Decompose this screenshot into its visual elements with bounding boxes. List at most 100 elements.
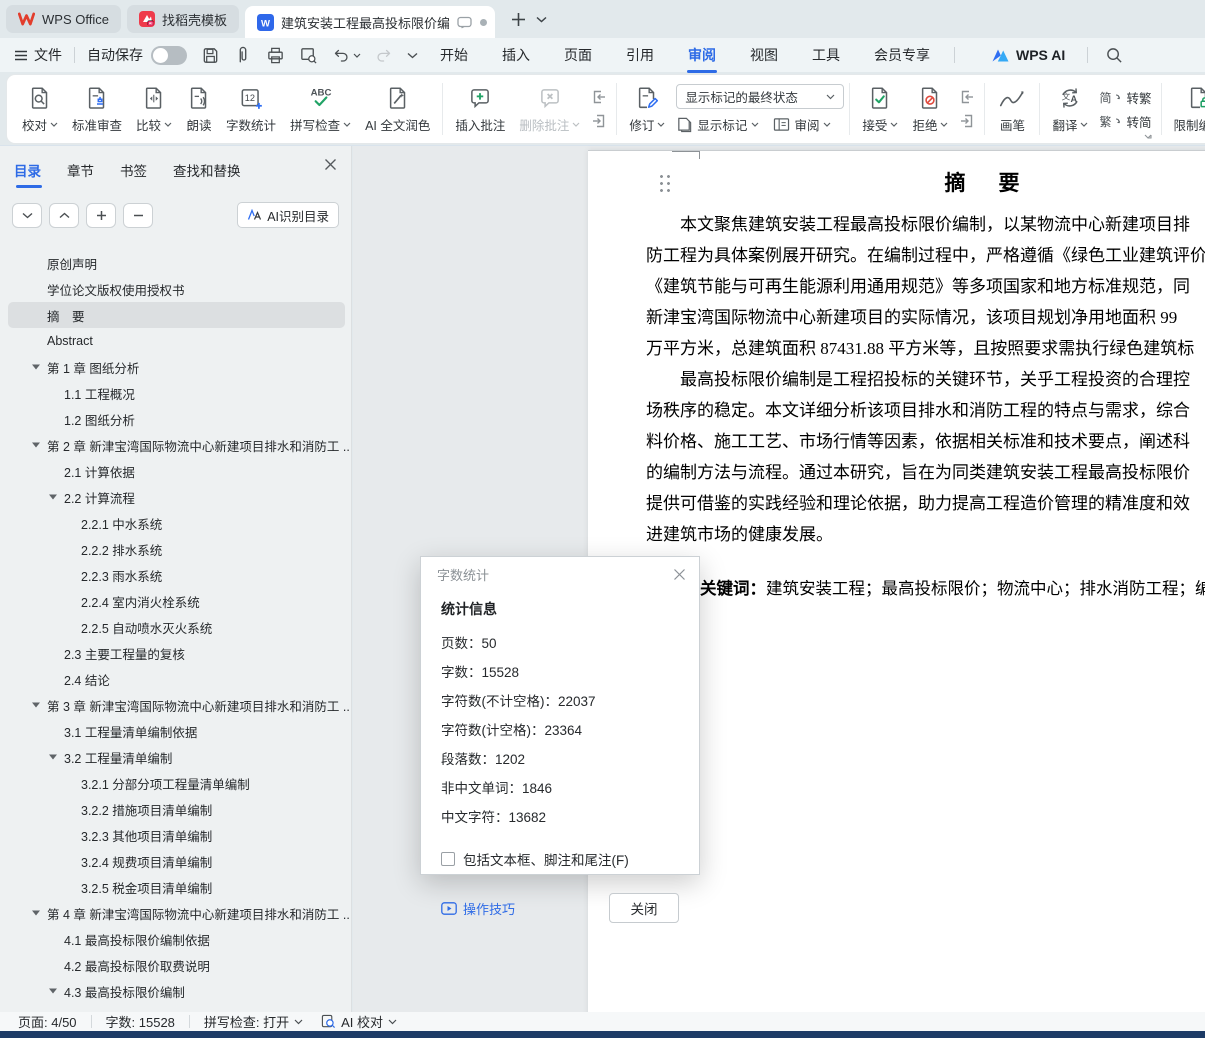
expand-arrow-icon[interactable] [32,364,47,370]
quick-access-chevron[interactable] [407,52,418,59]
toc-item[interactable]: 1.1 工程概况 [8,380,349,406]
redo-button-disabled[interactable] [375,47,393,64]
translate-button[interactable]: 文A 翻译 [1045,85,1095,134]
word-count-indicator[interactable]: 字数: 15528 [106,1012,175,1031]
tab-wps-office[interactable]: WPS Office [6,5,121,33]
ink-pen-button[interactable]: 画笔 [990,85,1034,134]
toc-expand-button[interactable] [12,202,42,228]
sidebar-tab[interactable]: 查找和替换 [173,160,241,180]
tab-template[interactable]: AI 找稻壳模板 [126,5,239,33]
review-pane-button[interactable]: 审阅 [773,115,831,134]
compare-button[interactable]: 比较 [129,85,179,134]
toc-item[interactable]: 3.1 工程量清单编制依据 [8,718,349,744]
toc-item[interactable]: 4.2 最高投标限价取费说明 [8,952,349,978]
expand-arrow-icon[interactable] [32,702,47,708]
toc-item[interactable]: 第 3 章 新津宝湾国际物流中心新建项目排水和消防工 ... [8,692,349,718]
toc-item[interactable]: 2.2.3 雨水系统 [8,562,349,588]
expand-arrow-icon[interactable] [49,494,64,500]
proofread-button[interactable]: 校对 [15,85,65,134]
tips-link[interactable]: 操作技巧 [441,899,515,918]
toc-item[interactable]: 2.3 主要工程量的复核 [8,640,349,666]
sidebar-tab[interactable]: 书签 [120,160,147,180]
toc-item[interactable]: 第 2 章 新津宝湾国际物流中心新建项目排水和消防工 ... [8,432,349,458]
ai-recognize-toc-button[interactable]: AI识别目录 [237,202,339,228]
toc-item[interactable]: 2.2 计算流程 [8,484,349,510]
export-pdf-button[interactable] [234,46,252,65]
markup-state-select[interactable]: 显示标记的最终状态 [676,84,845,109]
checkbox-box[interactable] [441,852,455,866]
dialog-close-icon[interactable] [673,568,686,581]
expand-arrow-icon[interactable] [32,910,47,916]
spell-check-button[interactable]: ABC 拼写检查 [283,85,358,134]
toc-zoom-out-button[interactable] [123,202,153,228]
standard-review-button[interactable]: 标准审查 [65,85,129,134]
menu-tab[interactable]: 页面 [564,45,592,65]
accept-change-button[interactable]: 接受 [855,85,905,134]
save-button[interactable] [201,46,220,65]
previous-comment-button[interactable] [590,89,608,105]
toc-item[interactable]: 3.2.4 规费项目清单编制 [8,848,349,874]
include-footnotes-checkbox[interactable]: 包括文本框、脚注和尾注(F) [441,849,679,869]
toc-item[interactable]: 原创声明 [8,250,349,276]
reject-change-button[interactable]: 拒绝 [905,85,955,134]
to-traditional-button[interactable]: 简 转繁 [1099,88,1151,107]
toc-collapse-button[interactable] [49,202,79,228]
menu-tab[interactable]: 视图 [750,45,778,65]
next-comment-button[interactable] [590,113,608,129]
delete-comment-button[interactable]: 删除批注 [512,85,587,134]
menu-tab[interactable]: 开始 [440,45,468,65]
expand-arrow-icon[interactable] [49,754,64,760]
toc-item[interactable]: 2.1 计算依据 [8,458,349,484]
spellcheck-indicator[interactable]: 拼写检查: 打开 [204,1012,303,1031]
read-aloud-button[interactable]: 朗读 [179,85,219,134]
wps-ai-button[interactable]: WPS AI [991,47,1065,63]
page-indicator[interactable]: 页面: 4/50 [18,1012,77,1031]
toc-item[interactable]: 2.2.4 室内消火栓系统 [8,588,349,614]
toc-item[interactable]: 4.3 最高投标限价编制 [8,978,349,1004]
toc-item[interactable]: 1.2 图纸分析 [8,406,349,432]
toc-item[interactable]: 3.2 工程量清单编制 [8,744,349,770]
expand-arrow-icon[interactable] [32,442,47,448]
toc-item[interactable]: 3.2.5 税金项目清单编制 [8,874,349,900]
ai-proof-indicator[interactable]: AI 校对 [321,1012,397,1031]
menu-tab[interactable]: 引用 [626,45,654,65]
file-menu-button[interactable]: 文件 [14,45,62,65]
toc-item[interactable]: 4.1 最高投标限价编制依据 [8,926,349,952]
search-icon[interactable] [1106,47,1123,64]
track-changes-button[interactable]: 修订 [622,85,672,134]
sidebar-tab[interactable]: 目录 [14,160,42,188]
toc-zoom-in-button[interactable] [86,202,116,228]
toc-item[interactable]: 第 4 章 新津宝湾国际物流中心新建项目排水和消防工 ... [8,900,349,926]
toc-item[interactable]: 3.2.1 分部分项工程量清单编制 [8,770,349,796]
to-simplified-button[interactable]: 繁 转简 [1099,112,1151,131]
toc-item[interactable]: 2.2.1 中水系统 [8,510,349,536]
toc-item[interactable]: 2.2.5 自动喷水灭火系统 [8,614,349,640]
print-button[interactable] [266,46,285,65]
toc-item[interactable]: Abstract [8,328,349,354]
toc-item[interactable]: 4.3.1 分部分项工程项目清单计价 [8,1004,349,1013]
menu-tab[interactable]: 插入 [502,45,530,65]
tab-list-chevron[interactable] [536,16,547,23]
sidebar-close-icon[interactable] [324,158,337,171]
expand-arrow-icon[interactable] [49,988,64,994]
show-markup-button[interactable]: 显示标记 [676,115,759,134]
autosave-toggle[interactable] [151,45,187,65]
cloud-sync-icon[interactable] [457,16,472,29]
toc-item[interactable]: 2.2.2 排水系统 [8,536,349,562]
undo-button[interactable] [332,47,361,64]
toc-item[interactable]: 2.4 结论 [8,666,349,692]
sidebar-tab[interactable]: 章节 [67,160,94,180]
next-change-button[interactable] [958,113,976,129]
print-preview-button[interactable] [299,46,318,65]
new-tab-button[interactable] [511,12,526,27]
insert-comment-button[interactable]: 插入批注 [448,85,512,134]
toc-item[interactable]: 3.2.3 其他项目清单编制 [8,822,349,848]
menu-tab[interactable]: 会员专享 [874,45,930,65]
ai-polish-button[interactable]: AI 全文润色 [358,85,437,134]
group-expand-icon[interactable] [1144,131,1152,139]
restrict-editing-button[interactable]: 限制编辑 [1167,85,1205,134]
previous-change-button[interactable] [958,89,976,105]
toc-item[interactable]: 3.2.2 措施项目清单编制 [8,796,349,822]
menu-tab[interactable]: 工具 [812,45,840,65]
toc-item[interactable]: 学位论文版权使用授权书 [8,276,349,302]
